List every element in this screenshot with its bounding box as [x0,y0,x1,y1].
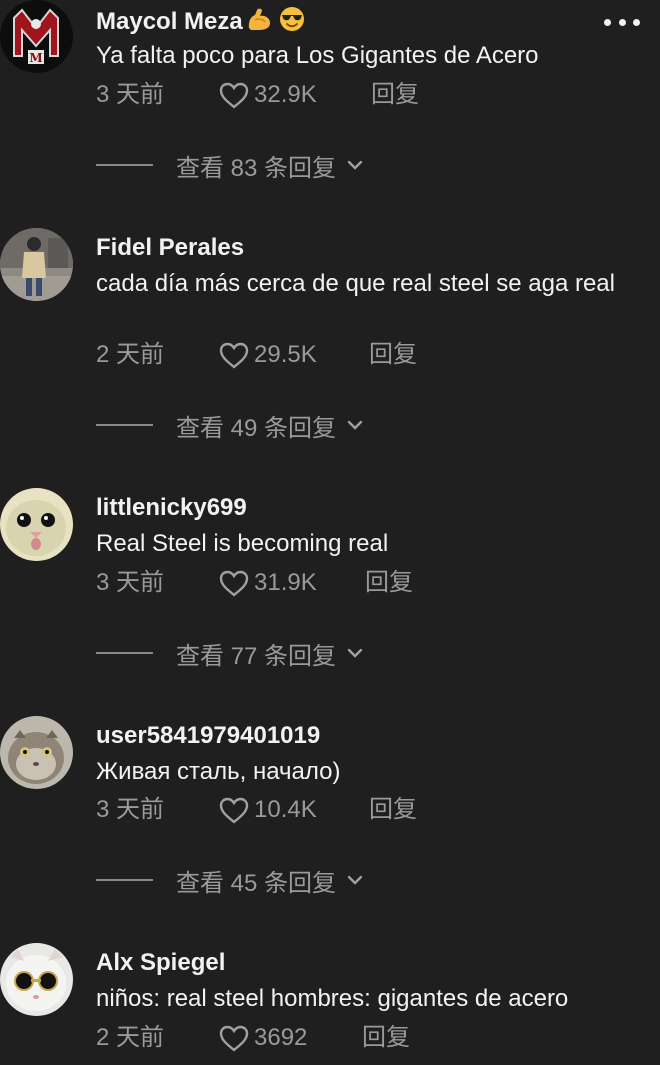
comment-username[interactable]: littlenicky699 [96,494,247,522]
heart-icon [219,82,249,109]
more-options-button[interactable] [604,8,640,36]
comment-time: 3 天前 [96,81,165,108]
comment-time: 3 天前 [96,796,165,823]
svg-text:M: M [29,51,42,65]
avatar[interactable] [0,716,73,789]
reply-button[interactable]: 回复 [369,340,417,370]
like-button[interactable]: 10.4K [218,795,317,825]
more-options-icon [604,18,611,26]
heart-icon [219,797,249,824]
view-replies-label: 查看 77 条回复 [176,642,337,670]
comment-text: niños: real steel hombres: gigantes de a… [96,985,569,1012]
view-replies-button[interactable]: 查看 49 条回复 [96,410,364,442]
like-count: 10.4K [254,796,317,823]
comment-text: Живая сталь, начало) [96,758,341,785]
reply-button[interactable]: 回复 [365,568,413,598]
like-button[interactable]: 31.9K [218,568,317,598]
heart-icon [219,570,249,597]
smiling-face-with-sunglasses-icon [279,6,305,39]
comment-username[interactable]: Fidel Perales [96,234,244,262]
chevron-down-icon [346,419,364,431]
comment-time: 3 天前 [96,569,165,596]
reply-button[interactable]: 回复 [362,1023,410,1053]
like-button[interactable]: 29.5K [218,340,317,370]
view-replies-button[interactable]: 查看 83 条回复 [96,150,364,182]
comment-time: 2 天前 [96,1024,165,1051]
divider-line [96,424,153,426]
view-replies-button[interactable]: 查看 45 条回复 [96,865,364,897]
like-button[interactable]: 3692 [218,1023,307,1053]
avatar[interactable]: M [0,0,73,73]
heart-icon [219,1025,249,1052]
comment-username[interactable]: user5841979401019 [96,722,320,750]
comment-username[interactable]: Alx Spiegel [96,949,225,977]
chevron-down-icon [346,647,364,659]
view-replies-label: 查看 83 条回复 [176,154,337,182]
heart-icon [219,342,249,369]
like-count: 31.9K [254,569,317,596]
view-replies-label: 查看 49 条回复 [176,414,337,442]
like-count: 3692 [254,1024,308,1051]
like-count: 32.9K [254,81,317,108]
comment-time: 2 天前 [96,341,165,368]
chevron-down-icon [346,159,364,171]
flexed-biceps-emoji-icon [245,6,273,39]
comment-text: cada día más cerca de que real steel se … [96,270,615,297]
reply-button[interactable]: 回复 [369,795,417,825]
view-replies-button[interactable]: 查看 77 条回复 [96,638,364,670]
divider-line [96,652,153,654]
comment-text: Real Steel is becoming real [96,530,389,557]
username-text: Maycol Meza [96,7,243,35]
comment-username[interactable]: Maycol Meza [96,6,305,39]
divider-line [96,164,153,166]
like-count: 29.5K [254,341,317,368]
like-button[interactable]: 32.9K [218,80,317,110]
view-replies-label: 查看 45 条回复 [176,869,337,897]
avatar[interactable] [0,488,73,561]
avatar[interactable] [0,943,73,1016]
reply-button[interactable]: 回复 [371,80,419,110]
avatar[interactable] [0,228,73,301]
divider-line [96,879,153,881]
chevron-down-icon [346,874,364,886]
comment-text: Ya falta poco para Los Gigantes de Acero [96,42,539,69]
